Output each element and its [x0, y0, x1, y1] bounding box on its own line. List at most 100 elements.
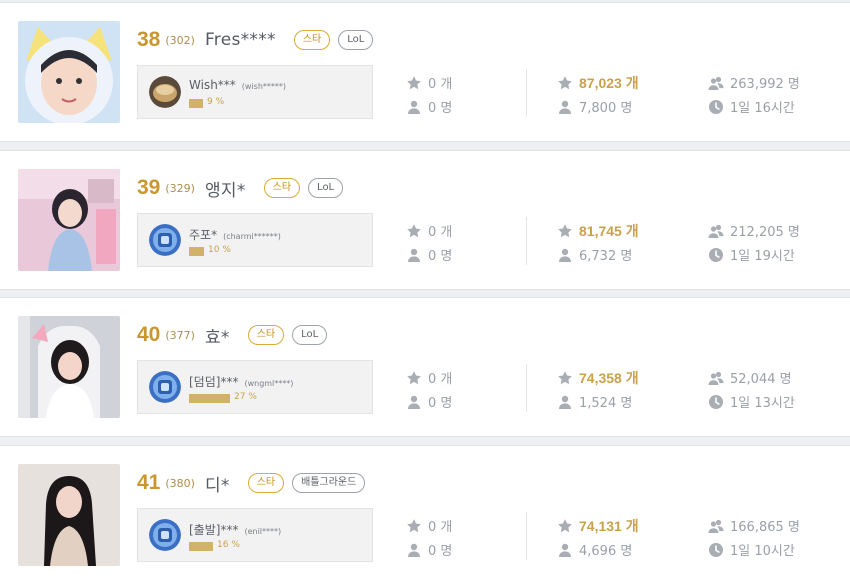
- star-icon: [557, 370, 573, 386]
- fan-share-percent: 16 %: [217, 540, 240, 550]
- fan-id: (wngml****): [244, 379, 294, 388]
- category-badge: LoL: [338, 30, 374, 50]
- previous-rank: (302): [165, 33, 195, 47]
- category-badge: 배틀그라운드: [292, 473, 366, 493]
- fan-count-stat: 0 명: [406, 540, 452, 559]
- previous-rank: (377): [165, 328, 195, 342]
- card-header: 39 (329) 앵지* 스타 LoL: [137, 176, 344, 201]
- viewer-stat: 6,732 명: [557, 245, 632, 264]
- person-icon: [557, 394, 573, 410]
- streamer-name[interactable]: Fres****: [205, 30, 276, 50]
- fan-name: Wish***: [189, 78, 236, 92]
- clock-icon: [708, 247, 724, 263]
- fan-count-stat: 0 명: [406, 392, 452, 411]
- star-icon: [557, 223, 573, 239]
- person-icon: [406, 542, 422, 558]
- fan-avatar: [149, 224, 181, 256]
- airtime-stat: 1일 19시간: [708, 245, 795, 264]
- star-balloon-stat: 74,358 개: [557, 368, 639, 388]
- fan-name: [출발]***: [189, 523, 239, 537]
- rank-number: 41: [137, 471, 161, 494]
- person-icon: [406, 394, 422, 410]
- fan-share-percent: 10 %: [208, 245, 231, 255]
- ranking-card[interactable]: 39 (329) 앵지* 스타 LoL 주포* (charmi******) 10…: [0, 150, 850, 290]
- fan-share-bar: [189, 542, 213, 551]
- fan-id: (charmi******): [223, 232, 281, 241]
- person-icon: [406, 99, 422, 115]
- person-icon: [406, 247, 422, 263]
- follower-stat: 166,865 명: [708, 516, 800, 535]
- fan-avatar: [149, 371, 181, 403]
- streamer-thumbnail[interactable]: [18, 316, 120, 418]
- previous-rank: (380): [165, 476, 195, 490]
- category-badge: LoL: [308, 178, 344, 198]
- group-icon: [708, 75, 724, 91]
- gift-count-stat: 0 개: [406, 368, 452, 387]
- rank-number: 38: [137, 28, 161, 51]
- airtime-stat: 1일 10시간: [708, 540, 795, 559]
- previous-rank: (329): [165, 181, 195, 195]
- star-balloon-stat: 87,023 개: [557, 73, 639, 93]
- clock-icon: [708, 394, 724, 410]
- streamer-thumbnail[interactable]: [18, 464, 120, 566]
- top-fan-box[interactable]: 주포* (charmi******) 10 %: [137, 213, 373, 267]
- fan-id: (wish*****): [241, 82, 287, 91]
- fan-id: (enil****): [244, 527, 282, 536]
- stat-divider: [526, 512, 527, 560]
- fan-name: 주포*: [189, 228, 218, 242]
- card-header: 41 (380) 디* 스타 배틀그라운드: [137, 471, 366, 496]
- group-icon: [708, 370, 724, 386]
- top-fan-box[interactable]: [덤덤]*** (wngml****) 27 %: [137, 360, 373, 414]
- category-badge: LoL: [292, 325, 328, 345]
- top-fan-box[interactable]: [출발]*** (enil****) 16 %: [137, 508, 373, 562]
- streamer-thumbnail[interactable]: [18, 169, 120, 271]
- stat-divider: [526, 217, 527, 265]
- follower-stat: 52,044 명: [708, 368, 792, 387]
- person-icon: [557, 247, 573, 263]
- star-badge: 스타: [263, 178, 301, 198]
- rank-number: 39: [137, 176, 161, 199]
- star-icon: [406, 370, 422, 386]
- fan-share-percent: 9 %: [207, 97, 225, 107]
- ranking-card[interactable]: 38 (302) Fres**** 스타 LoL Wish*** (wish***…: [0, 2, 850, 142]
- star-balloon-stat: 81,745 개: [557, 221, 639, 241]
- star-badge: 스타: [247, 473, 285, 493]
- fan-share-bar: [189, 394, 230, 403]
- fan-share-percent: 27 %: [234, 392, 257, 402]
- star-badge: 스타: [293, 30, 331, 50]
- clock-icon: [708, 542, 724, 558]
- viewer-stat: 7,800 명: [557, 97, 632, 116]
- follower-stat: 263,992 명: [708, 73, 800, 92]
- person-icon: [557, 99, 573, 115]
- streamer-thumbnail[interactable]: [18, 21, 120, 123]
- fan-avatar: [149, 519, 181, 551]
- fan-name: [덤덤]***: [189, 375, 239, 389]
- ranking-card[interactable]: 40 (377) 효* 스타 LoL [덤덤]*** (wngml****) 27…: [0, 297, 850, 437]
- viewer-stat: 4,696 명: [557, 540, 632, 559]
- person-icon: [557, 542, 573, 558]
- star-icon: [557, 518, 573, 534]
- rank-number: 40: [137, 323, 161, 346]
- clock-icon: [708, 99, 724, 115]
- fan-avatar: [149, 76, 181, 108]
- viewer-stat: 1,524 명: [557, 392, 632, 411]
- fan-count-stat: 0 명: [406, 245, 452, 264]
- gift-count-stat: 0 개: [406, 516, 452, 535]
- ranking-card[interactable]: 41 (380) 디* 스타 배틀그라운드 [출발]*** (enil****) …: [0, 445, 850, 582]
- streamer-name[interactable]: 디*: [205, 471, 230, 496]
- gift-count-stat: 0 개: [406, 73, 452, 92]
- fan-share-bar: [189, 99, 203, 108]
- fan-count-stat: 0 명: [406, 97, 452, 116]
- streamer-name[interactable]: 앵지*: [205, 176, 246, 201]
- card-header: 40 (377) 효* 스타 LoL: [137, 323, 328, 348]
- star-icon: [406, 75, 422, 91]
- gift-count-stat: 0 개: [406, 221, 452, 240]
- star-balloon-stat: 74,131 개: [557, 516, 639, 536]
- star-badge: 스타: [247, 325, 285, 345]
- star-icon: [557, 75, 573, 91]
- follower-stat: 212,205 명: [708, 221, 800, 240]
- streamer-name[interactable]: 효*: [205, 323, 230, 348]
- group-icon: [708, 518, 724, 534]
- airtime-stat: 1일 16시간: [708, 97, 795, 116]
- top-fan-box[interactable]: Wish*** (wish*****) 9 %: [137, 65, 373, 119]
